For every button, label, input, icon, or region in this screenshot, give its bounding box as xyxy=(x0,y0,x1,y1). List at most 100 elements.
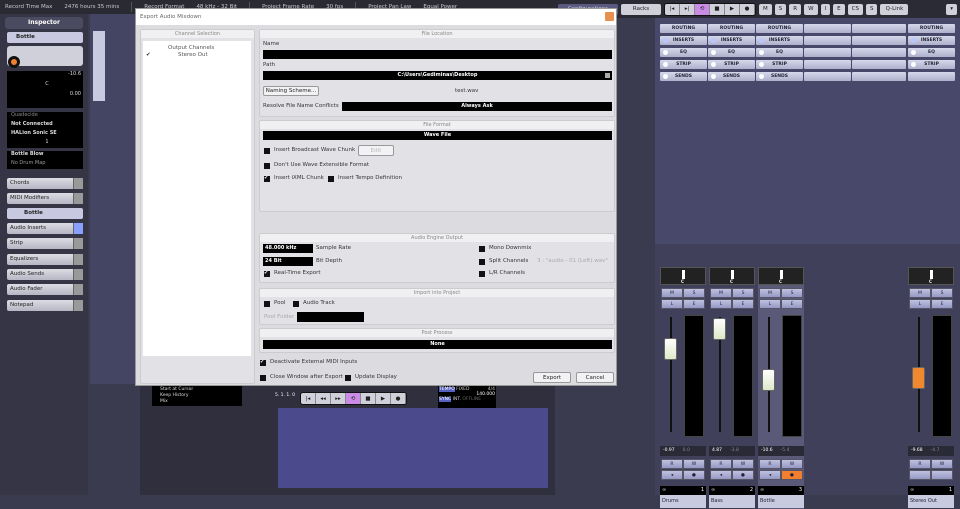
stop-icon[interactable]: ■ xyxy=(361,393,376,404)
rack-power-icon[interactable] xyxy=(711,74,716,79)
record-icon[interactable]: ● xyxy=(740,3,755,15)
rack-strip[interactable]: STRIP xyxy=(908,60,955,69)
automation-m[interactable]: M xyxy=(759,3,772,15)
listen-button[interactable]: L xyxy=(661,299,683,309)
rewind-icon[interactable]: ◂◂ xyxy=(316,393,331,404)
rack-inserts[interactable]: INSERTS xyxy=(908,36,955,45)
rack-routing[interactable]: ROUTING xyxy=(908,24,955,33)
record-enable-button[interactable] xyxy=(8,56,20,68)
path-input[interactable]: C:\Users\Gediminas\Desktop xyxy=(263,71,612,80)
rack-eq[interactable]: EQ xyxy=(708,48,755,57)
instrument-selector[interactable]: HALion Sonic SE xyxy=(7,130,83,139)
arrange-area[interactable] xyxy=(278,408,548,488)
sample-rate-dropdown[interactable]: 48.000 kHz xyxy=(263,244,313,253)
section-chords[interactable]: Chords xyxy=(7,178,83,189)
pan-control[interactable]: C xyxy=(709,267,755,285)
close-after-export-checkbox[interactable] xyxy=(260,375,266,381)
file-format-dropdown[interactable]: Wave File xyxy=(263,131,612,140)
edit-button[interactable]: E xyxy=(683,299,705,309)
fader-handle[interactable] xyxy=(762,369,775,392)
split-channels-checkbox[interactable] xyxy=(479,259,485,265)
history-list[interactable]: Start at Cursor Keep History Mix xyxy=(152,386,242,406)
fader-handle[interactable] xyxy=(713,317,726,340)
automation-r[interactable]: R xyxy=(789,3,802,15)
mono-downmix-checkbox[interactable] xyxy=(479,246,485,252)
close-icon[interactable] xyxy=(605,12,614,21)
rack-strip[interactable]: STRIP xyxy=(756,60,803,69)
pan-control[interactable]: C xyxy=(908,267,954,285)
tree-node-stereo-out[interactable]: Stereo Out xyxy=(178,52,208,58)
pool-checkbox[interactable] xyxy=(264,301,270,307)
rack-power-icon[interactable] xyxy=(663,62,668,67)
rack-eq[interactable]: EQ xyxy=(756,48,803,57)
filter-i[interactable]: I xyxy=(820,3,831,15)
export-button[interactable]: Export xyxy=(533,372,571,383)
rack-power-icon[interactable] xyxy=(759,38,764,43)
rack-eq[interactable]: EQ xyxy=(908,48,955,57)
rack-sends[interactable]: SENDS xyxy=(708,72,755,81)
program-selector[interactable]: Bottle Blow xyxy=(7,151,83,160)
listen-button[interactable]: L xyxy=(759,299,781,309)
section-strip[interactable]: Strip xyxy=(7,238,83,249)
channel-tree[interactable]: Output Channels ✔ Stereo Out xyxy=(143,41,251,356)
rack-sends[interactable]: SENDS xyxy=(660,72,707,81)
solo-button[interactable]: S xyxy=(781,288,803,298)
monitor-button[interactable]: ◂ xyxy=(759,470,781,480)
rack-eq[interactable]: EQ xyxy=(660,48,707,57)
filter-s[interactable]: S xyxy=(865,3,878,15)
cancel-button[interactable]: Cancel xyxy=(576,372,614,383)
channel-name[interactable]: Drums xyxy=(660,495,706,508)
record-button[interactable]: ● xyxy=(683,470,705,480)
section-audio-inserts[interactable]: Audio Inserts xyxy=(7,223,83,234)
edit-button[interactable]: E xyxy=(732,299,754,309)
monitor-button[interactable] xyxy=(909,470,931,480)
listen-button[interactable]: L xyxy=(909,299,931,309)
fader-handle[interactable] xyxy=(912,366,925,389)
pan-control[interactable]: C xyxy=(660,267,706,285)
rack-routing[interactable]: ROUTING xyxy=(660,24,707,33)
play-icon[interactable]: ▶ xyxy=(725,3,740,15)
monitor-button[interactable]: ◂ xyxy=(661,470,683,480)
check-icon[interactable]: ✔ xyxy=(146,52,151,58)
write-automation-button[interactable]: W xyxy=(781,459,803,469)
filter-e[interactable]: E xyxy=(833,3,845,15)
section-midi-modifiers[interactable]: MIDI Modifiers xyxy=(7,193,83,204)
record-button[interactable]: ● xyxy=(732,470,754,480)
audio-track-checkbox[interactable] xyxy=(293,301,299,307)
mute-button[interactable]: M xyxy=(909,288,931,298)
split-example[interactable]: 3 : "audio - 01 (Left).wav" xyxy=(537,258,608,264)
realtime-export-checkbox[interactable] xyxy=(264,270,270,277)
play-icon[interactable]: ▶ xyxy=(376,393,391,404)
mute-button[interactable]: M xyxy=(710,288,732,298)
channel-settings[interactable]: -10.6 C 0.00 xyxy=(7,71,83,108)
forward-icon[interactable]: ▸▸ xyxy=(331,393,346,404)
tree-node-output-channels[interactable]: Output Channels xyxy=(168,45,214,51)
solo-button[interactable]: S xyxy=(683,288,705,298)
rack-inserts[interactable]: INSERTS xyxy=(708,36,755,45)
volume-display[interactable]: -9.68 -4.7 xyxy=(908,446,954,456)
pan-control[interactable]: C xyxy=(758,267,804,285)
edit-button[interactable]: Edit xyxy=(358,145,394,156)
rack-sends[interactable]: SENDS xyxy=(756,72,803,81)
fader-handle[interactable] xyxy=(664,338,677,361)
drum-map-selector[interactable]: No Drum Map xyxy=(7,160,83,169)
read-automation-button[interactable]: R xyxy=(759,459,781,469)
go-end-icon[interactable]: ▸| xyxy=(680,3,695,15)
mute-button[interactable]: M xyxy=(759,288,781,298)
rack-power-icon[interactable] xyxy=(759,62,764,67)
go-start-icon[interactable]: |◂ xyxy=(301,393,316,404)
read-automation-button[interactable]: R xyxy=(661,459,683,469)
write-automation-button[interactable]: W xyxy=(732,459,754,469)
broadcast-wave-checkbox[interactable] xyxy=(264,148,270,154)
update-display-checkbox[interactable] xyxy=(345,375,351,381)
rack-power-icon[interactable] xyxy=(663,50,668,55)
output-routing[interactable]: Not Connected xyxy=(7,121,83,130)
edit-button[interactable]: E xyxy=(931,299,953,309)
filter-cs[interactable]: CS xyxy=(847,3,863,15)
rack-power-icon[interactable] xyxy=(663,74,668,79)
no-extensible-checkbox[interactable] xyxy=(264,163,270,169)
listen-button[interactable]: L xyxy=(710,299,732,309)
go-start-icon[interactable]: |◂ xyxy=(665,3,680,15)
rack-power-icon[interactable] xyxy=(711,62,716,67)
racks-dropdown[interactable]: Racks xyxy=(621,3,661,15)
